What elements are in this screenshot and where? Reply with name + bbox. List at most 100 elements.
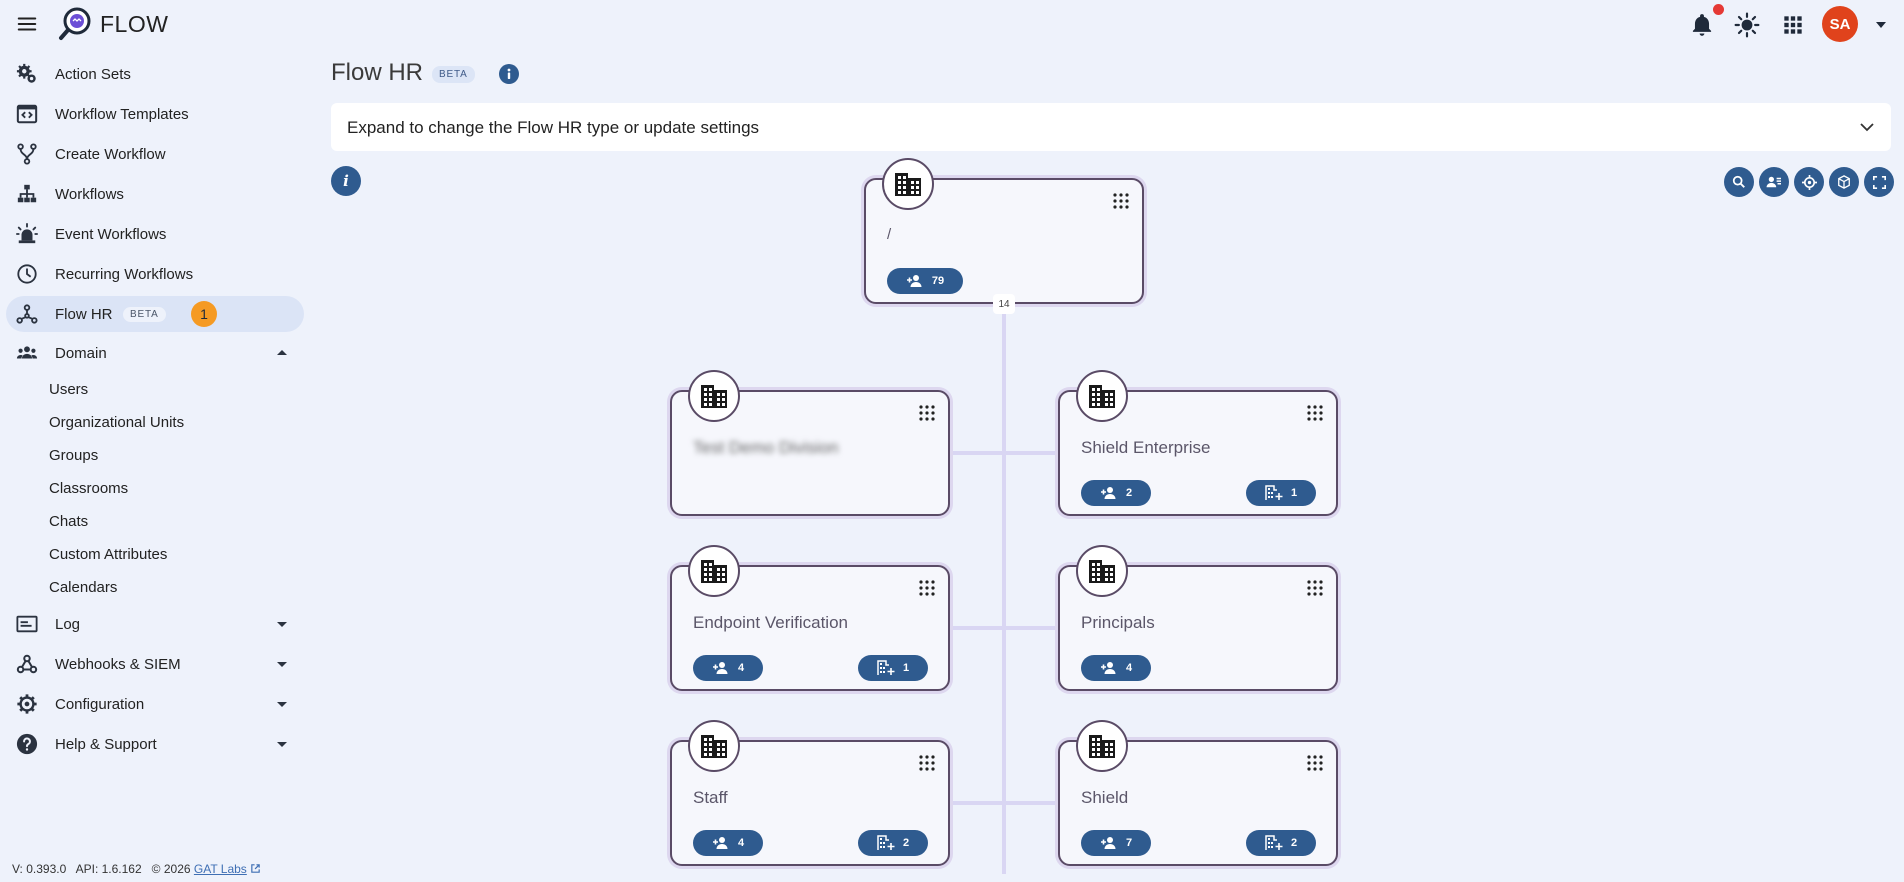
users-count-pill[interactable]: 2 [1081, 480, 1151, 506]
org-node-name: Endpoint Verification [693, 613, 848, 632]
info-icon[interactable] [499, 64, 519, 84]
person-list-icon[interactable] [1759, 167, 1789, 197]
ou-count: 1 [1290, 487, 1298, 499]
users-count: 79 [931, 275, 945, 287]
tree-branch [950, 451, 1058, 455]
sidebar-item-configuration[interactable]: Configuration [6, 686, 304, 722]
domain-subitem-classrooms[interactable]: Classrooms [49, 480, 128, 497]
theme-toggle-icon[interactable] [1734, 12, 1760, 38]
gears-icon [16, 63, 38, 85]
flow-logo-icon[interactable] [58, 6, 92, 42]
building-icon [1076, 370, 1128, 422]
search-icon[interactable] [1724, 167, 1754, 197]
tree-trunk [1002, 300, 1006, 874]
sidebar-item-label: Action Sets [55, 66, 131, 83]
domain-subitem-groups[interactable]: Groups [49, 447, 98, 464]
org-node-root[interactable]: / 79 [864, 158, 1144, 304]
drag-handle-icon[interactable] [918, 579, 936, 597]
settings-expander[interactable]: Expand to change the Flow HR type or upd… [331, 103, 1891, 151]
sidebar-item-webhooks-siem[interactable]: Webhooks & SIEM [6, 646, 304, 682]
chevron-down-icon[interactable] [276, 618, 288, 630]
sidebar-item-workflows[interactable]: Workflows [6, 176, 304, 212]
sidebar-item-label: Log [55, 616, 81, 633]
domain-subitem-calendars[interactable]: Calendars [49, 579, 117, 596]
chevron-up-icon[interactable] [276, 347, 288, 359]
sub-ou-count-pill[interactable]: 2 [1246, 830, 1316, 856]
domain-subitem-organizational-units[interactable]: Organizational Units [49, 414, 184, 431]
building-icon [688, 720, 740, 772]
info-letter: i [343, 172, 349, 190]
domain-subitem-chats[interactable]: Chats [49, 513, 88, 530]
sidebar-item-recurring-workflows[interactable]: Recurring Workflows [6, 256, 304, 292]
api-version-text: API: 1.6.162 [75, 862, 142, 876]
copyright-text: © 2026 [151, 862, 191, 876]
cube-icon[interactable] [1829, 167, 1859, 197]
children-count-label: 14 [993, 294, 1015, 314]
version-text: V: 0.393.0 [12, 862, 67, 876]
add-building-icon [877, 835, 895, 850]
org-node-name: Staff [693, 788, 728, 807]
drag-handle-icon[interactable] [918, 754, 936, 772]
sidebar-item-label: Workflow Templates [55, 106, 189, 123]
users-count-pill[interactable]: 4 [693, 655, 763, 681]
fullscreen-icon[interactable] [1864, 167, 1894, 197]
sub-ou-count-pill[interactable]: 1 [1246, 480, 1316, 506]
sidebar-item-label: Create Workflow [55, 146, 166, 163]
sidebar-item-help-support[interactable]: Help & Support [6, 726, 304, 762]
ou-count: 2 [902, 837, 910, 849]
sidebar-item-action-sets[interactable]: Action Sets [6, 56, 304, 92]
sub-ou-count-pill[interactable]: 1 [858, 655, 928, 681]
sidebar-item-create-workflow[interactable]: Create Workflow [6, 136, 304, 172]
sidebar-item-flow-hr[interactable]: Flow HR BETA 1 [6, 296, 304, 332]
alarm-icon [16, 223, 38, 245]
tree-branch [950, 801, 1058, 805]
org-node[interactable]: Principals 4 [1058, 545, 1338, 691]
org-node-name: Shield Enterprise [1081, 438, 1211, 457]
org-node[interactable]: Shield Enterprise 2 1 [1058, 370, 1338, 516]
menu-icon[interactable] [16, 13, 38, 35]
drag-handle-icon[interactable] [1112, 192, 1130, 210]
drag-handle-icon[interactable] [918, 404, 936, 422]
org-node[interactable]: Shield 7 2 [1058, 720, 1338, 866]
company-link[interactable]: GAT Labs [194, 862, 247, 876]
drag-handle-icon[interactable] [1306, 579, 1324, 597]
users-count-pill[interactable]: 4 [693, 830, 763, 856]
crosshair-icon[interactable] [1794, 167, 1824, 197]
org-node[interactable]: Test Demo Division [670, 370, 950, 516]
gear-icon [16, 693, 38, 715]
apps-grid-icon[interactable] [1780, 12, 1806, 38]
users-count-pill[interactable]: 4 [1081, 655, 1151, 681]
add-user-icon [1100, 837, 1116, 849]
chevron-down-icon[interactable] [276, 658, 288, 670]
domain-subitem-custom-attributes[interactable]: Custom Attributes [49, 546, 167, 563]
org-node[interactable]: Staff 4 2 [670, 720, 950, 866]
chevron-down-icon[interactable] [276, 738, 288, 750]
org-node-name: Test Demo Division [693, 438, 839, 457]
clock-icon [16, 263, 38, 285]
template-icon [16, 103, 38, 125]
chart-info-button[interactable]: i [331, 166, 361, 196]
drag-handle-icon[interactable] [1306, 404, 1324, 422]
user-avatar[interactable]: SA [1822, 6, 1858, 42]
chevron-down-icon[interactable] [1859, 119, 1875, 135]
sidebar-item-label: Domain [55, 345, 107, 362]
domain-subitem-users[interactable]: Users [49, 381, 88, 398]
app-title: FLOW [100, 11, 169, 37]
users-count-pill[interactable]: 7 [1081, 830, 1151, 856]
sidebar-item-log[interactable]: Log [6, 606, 304, 642]
chevron-down-icon[interactable] [1874, 18, 1888, 32]
sidebar-item-event-workflows[interactable]: Event Workflows [6, 216, 304, 252]
org-node[interactable]: Endpoint Verification 4 1 [670, 545, 950, 691]
sidebar-item-workflow-templates[interactable]: Workflow Templates [6, 96, 304, 132]
users-count-pill[interactable]: 79 [887, 268, 963, 294]
sidebar: Action Sets Workflow Templates Create Wo… [0, 56, 312, 856]
tree-branch [950, 626, 1058, 630]
sidebar-item-domain[interactable]: Domain [6, 335, 304, 371]
bell-icon[interactable] [1689, 12, 1715, 38]
ou-count: 2 [1290, 837, 1298, 849]
sidebar-item-label: Event Workflows [55, 226, 167, 243]
building-icon [1076, 720, 1128, 772]
chevron-down-icon[interactable] [276, 698, 288, 710]
drag-handle-icon[interactable] [1306, 754, 1324, 772]
sub-ou-count-pill[interactable]: 2 [858, 830, 928, 856]
